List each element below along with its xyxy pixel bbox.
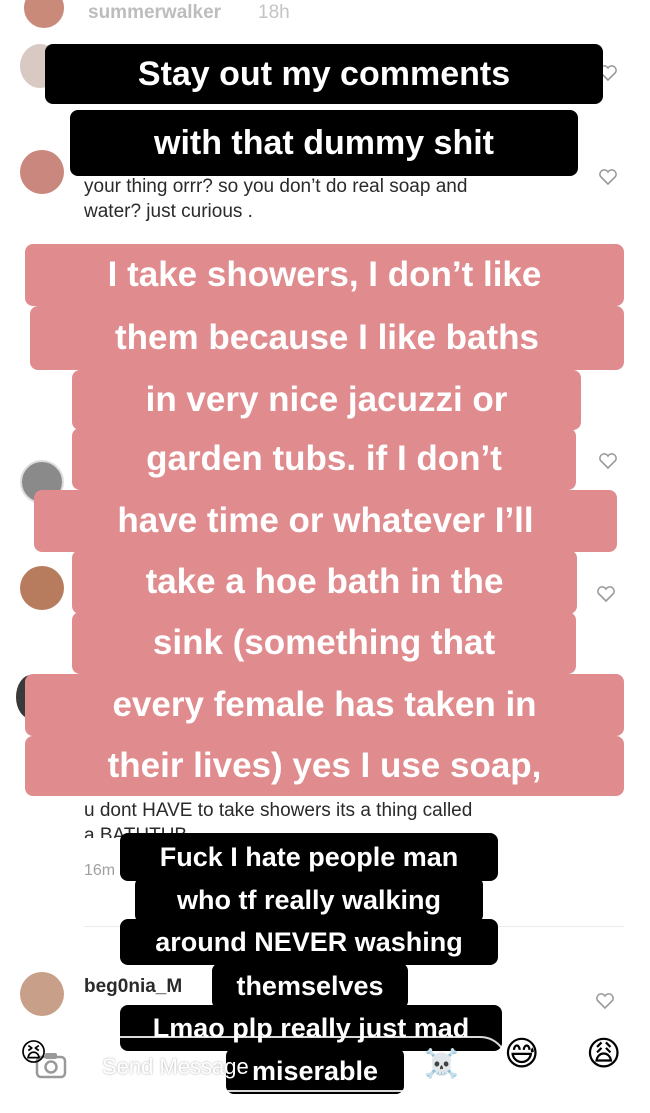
send-message-placeholder[interactable]: Send Message: [102, 1054, 249, 1080]
sticker-pink-line-6: take a hoe bath in the: [72, 550, 577, 614]
emoji-weary[interactable]: 😩: [586, 1037, 621, 1071]
sticker-pink-line-9: their lives) yes I use soap,: [25, 736, 624, 796]
sticker-bottom-line-2: who tf really walking: [135, 877, 483, 923]
story-avatar[interactable]: [22, 0, 66, 30]
sticker-top-line-2: with that dummy shit: [70, 110, 578, 176]
comment-avatar: [20, 150, 64, 194]
story-header: summerwalker 18h: [0, 0, 650, 30]
heart-outline-icon[interactable]: [598, 452, 618, 470]
sticker-pink-line-2: them because I like baths: [30, 306, 624, 370]
heart-outline-icon[interactable]: [596, 585, 616, 603]
send-icon[interactable]: [530, 1051, 564, 1085]
comment-text: u dont HAVE to take showers its a thing …: [84, 800, 473, 838]
sticker-pink-line-1: I take showers, I don’t like: [25, 244, 624, 306]
emoji-reaction-left[interactable]: 😫: [20, 1035, 47, 1069]
comment-text: your thing orrr? so you don’t do real so…: [84, 176, 468, 222]
sticker-pink-line-5: have time or whatever I’ll: [34, 490, 617, 552]
sticker-pink-line-8: every female has taken in: [25, 674, 624, 736]
reply-bar: Send Message 😫 ☠️ 😅 😩: [0, 1015, 650, 1113]
story-username[interactable]: summerwalker: [88, 2, 221, 24]
sticker-bottom-line-4: themselves: [212, 963, 408, 1009]
heart-outline-icon[interactable]: [595, 992, 615, 1010]
sticker-pink-line-4: garden tubs. if I don’t: [72, 428, 576, 490]
sticker-top-line-1: Stay out my comments: [45, 44, 603, 104]
emoji-skull: ☠️: [424, 1048, 459, 1079]
comment-meta: 16m: [84, 862, 116, 879]
close-icon[interactable]: [600, 0, 636, 30]
sticker-pink-line-3: in very nice jacuzzi or: [72, 370, 581, 430]
heart-outline-icon[interactable]: [598, 168, 618, 186]
sticker-pink-line-7: sink (something that: [72, 612, 576, 674]
sticker-bottom-line-1: Fuck I hate people man: [120, 833, 498, 881]
story-timestamp: 18h: [258, 2, 290, 23]
comment-avatar: [20, 566, 64, 610]
sticker-bottom-line-3: around NEVER washing: [120, 919, 498, 965]
comment-avatar: [20, 972, 64, 1016]
comment-username[interactable]: beg0nia_M: [84, 974, 182, 999]
